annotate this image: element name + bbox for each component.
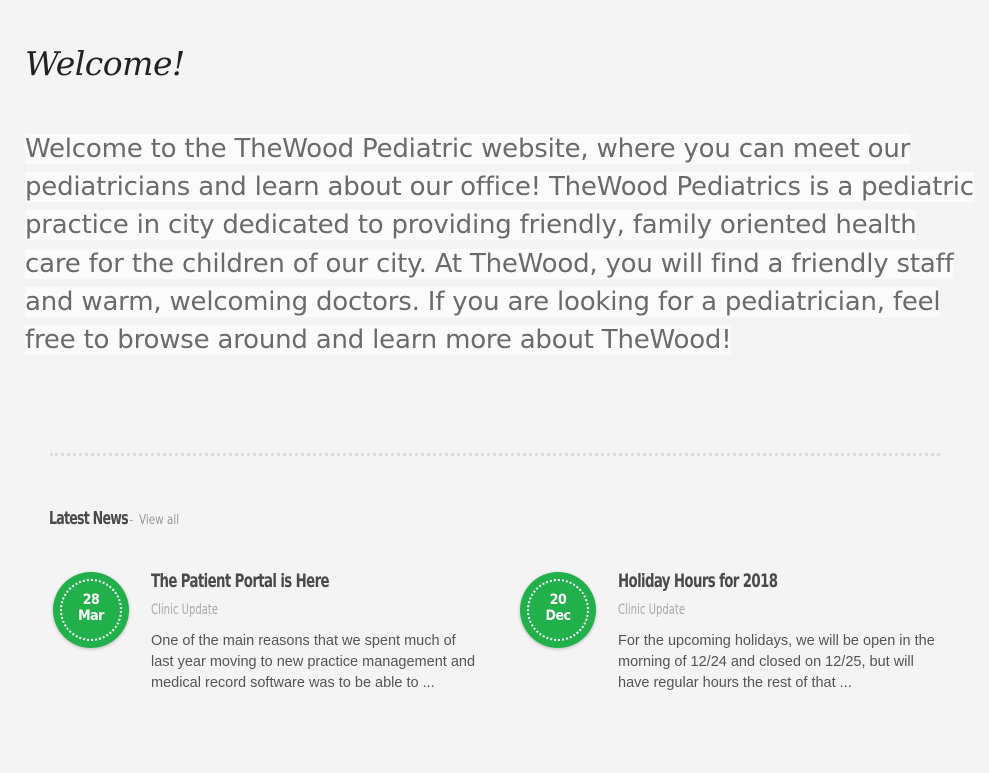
welcome-heading: Welcome! (25, 44, 185, 83)
date-month: Dec (545, 608, 571, 624)
date-day: 20 (549, 592, 567, 608)
date-day: 28 (82, 592, 100, 608)
news-headline-link[interactable]: Holiday Hours for 2018 (618, 570, 778, 592)
news-category: Clinic Update (151, 602, 219, 618)
view-all-link[interactable]: View all (139, 513, 179, 528)
news-item-body: The Patient Portal is Here Clinic Update… (151, 570, 481, 694)
page: Welcome! Welcome to the TheWood Pediatri… (0, 0, 989, 773)
date-badge: 28 Mar (53, 572, 129, 648)
latest-news-separator: - (129, 512, 134, 527)
welcome-intro-text: Welcome to the TheWood Pediatric website… (25, 130, 980, 359)
latest-news-title: Latest News (49, 508, 129, 529)
news-excerpt: One of the main reasons that we spent mu… (151, 633, 476, 691)
news-headline-link[interactable]: The Patient Portal is Here (151, 570, 330, 592)
news-excerpt: For the upcoming holidays, we will be op… (618, 633, 935, 691)
welcome-intro-span: Welcome to the TheWood Pediatric website… (25, 134, 974, 356)
latest-news-header: Latest News - View all (49, 508, 190, 529)
dotted-divider (50, 453, 940, 456)
news-item-body: Holiday Hours for 2018 Clinic Update For… (618, 570, 948, 694)
date-month: Mar (78, 608, 104, 624)
date-badge: 20 Dec (520, 572, 596, 648)
news-category: Clinic Update (618, 602, 686, 618)
